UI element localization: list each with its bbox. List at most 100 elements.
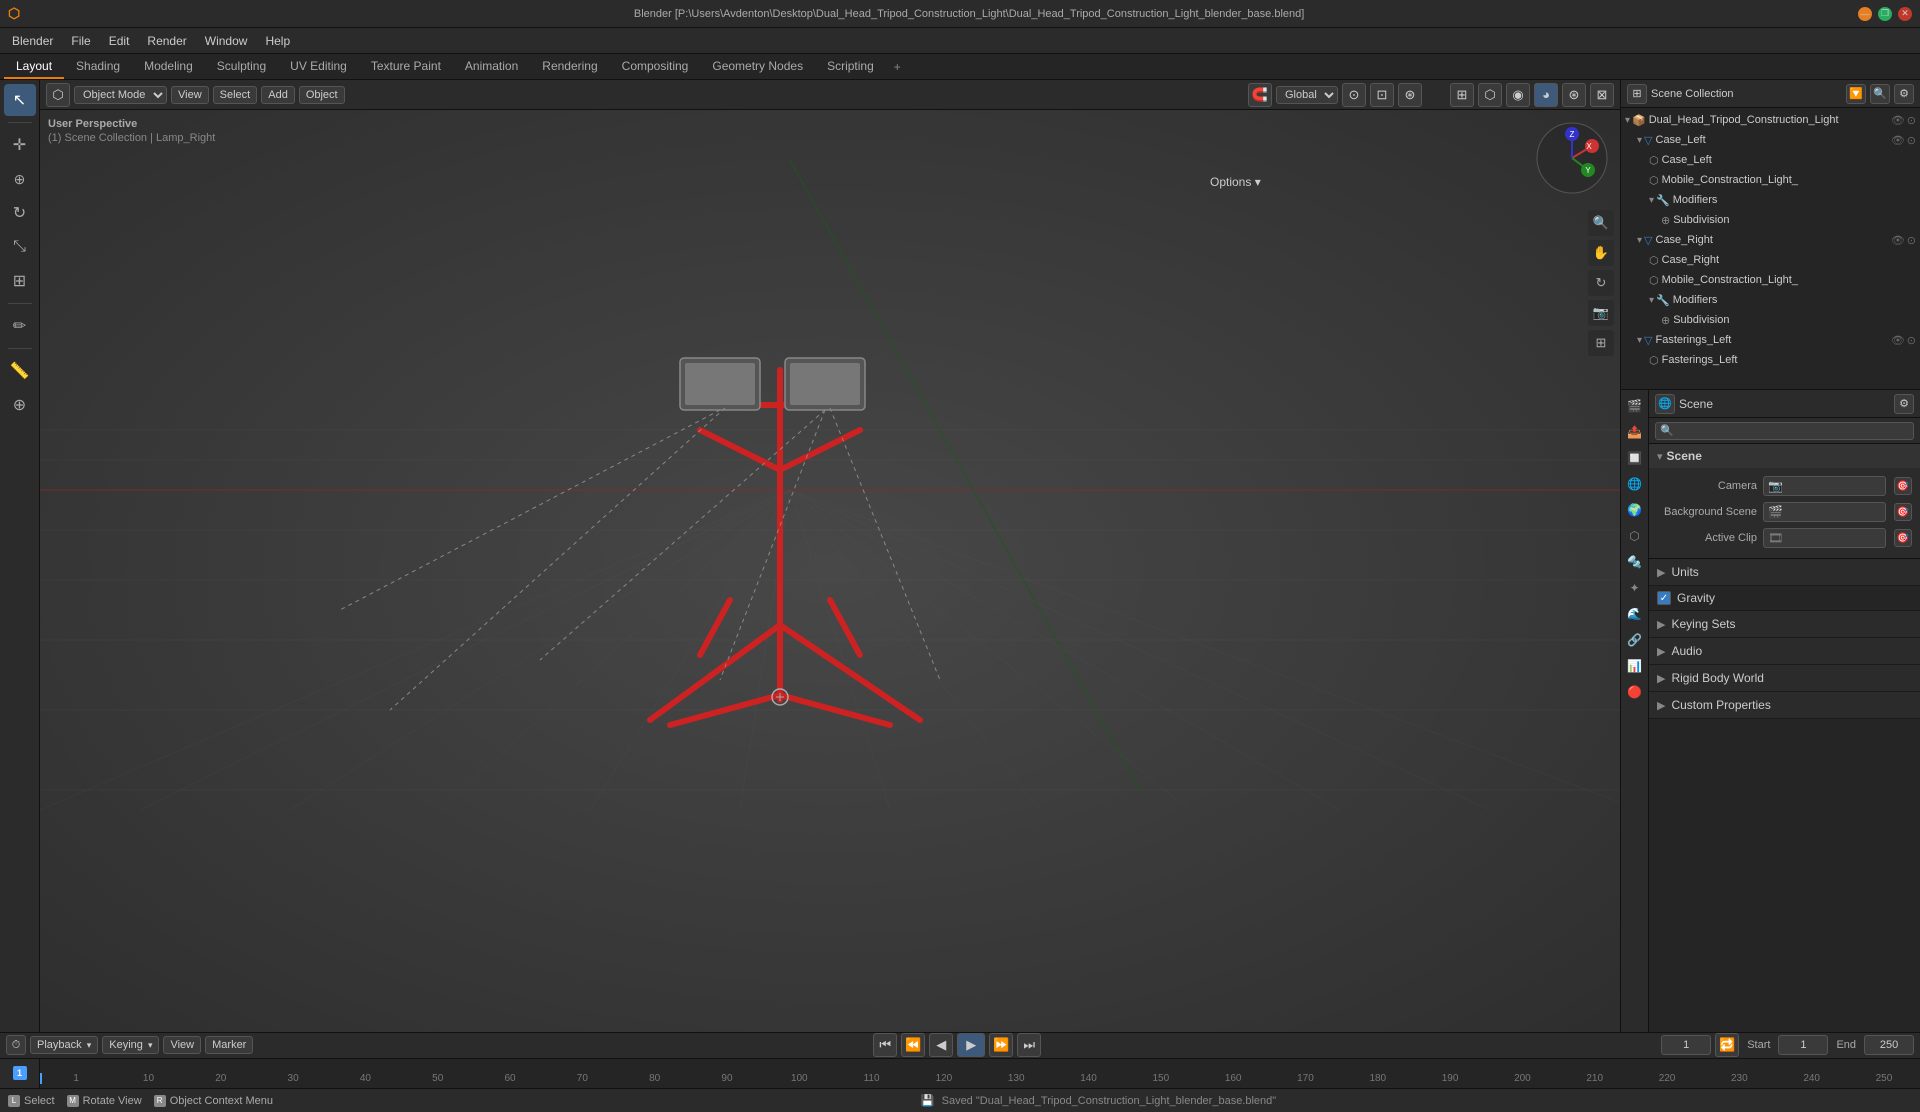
outliner-row-4[interactable]: ▾ 🔧 Modifiers [1621,190,1920,210]
prop-options[interactable]: ⚙ [1894,394,1914,414]
prop-tab-particles[interactable]: ✦ [1623,576,1647,600]
start-frame-field[interactable]: 1 [1778,1035,1828,1055]
tool-annotate[interactable]: ✏ [4,310,36,342]
proportional-edit[interactable]: ⊙ [1342,83,1366,107]
add-workspace-button[interactable]: + [886,54,909,79]
outliner-select-11[interactable]: ⊙ [1907,334,1916,347]
prop-search-input[interactable] [1655,422,1914,440]
viewport-shading-rendered[interactable]: ◕ [1534,83,1558,107]
menu-blender[interactable]: Blender [4,32,61,50]
add-menu[interactable]: Add [261,86,295,104]
grab-icon[interactable]: ✋ [1588,240,1614,266]
prop-tab-render[interactable]: 🎬 [1623,394,1647,418]
camera-prop-field[interactable]: 📷 [1763,476,1886,496]
tab-texture-paint[interactable]: Texture Paint [359,54,453,79]
outliner-row-2[interactable]: ⬡ Case_Left [1621,150,1920,170]
menu-file[interactable]: File [63,32,98,50]
viewport-shading-material[interactable]: ◉ [1506,83,1530,107]
select-menu[interactable]: Select [213,86,258,104]
editor-type-button[interactable]: ⬡ [46,83,70,107]
tool-rotate[interactable]: ↻ [4,197,36,229]
outliner-arrow-11[interactable]: ▾ [1637,335,1642,346]
rigid-body-world-header[interactable]: ▶ Rigid Body World [1649,665,1920,691]
prop-tab-physics[interactable]: 🌊 [1623,602,1647,626]
frame-start-button[interactable]: ⏮ [873,1033,897,1057]
outliner-arrow-9[interactable]: ▾ [1649,295,1654,306]
outliner-eye-1[interactable]: 👁 [1891,134,1905,147]
close-button[interactable]: ✕ [1898,7,1912,21]
outliner-arrow-4[interactable]: ▾ [1649,195,1654,206]
outliner-row-11[interactable]: ▾ ▽ Fasterings_Left 👁 ⊙ [1621,330,1920,350]
minimize-button[interactable]: — [1858,7,1872,21]
snapping[interactable]: ⊛ [1398,83,1422,107]
tool-measure[interactable]: 📏 [4,355,36,387]
outliner-row-12[interactable]: ⬡ Fasterings_Left [1621,350,1920,370]
tab-geometry-nodes[interactable]: Geometry Nodes [700,54,815,79]
outliner-row-5[interactable]: ⊕ Subdivision [1621,210,1920,230]
view-menu-timeline[interactable]: View [163,1036,201,1054]
outliner-row-10[interactable]: ⊕ Subdivision [1621,310,1920,330]
xray-toggle[interactable]: ⊠ [1590,83,1614,107]
rotate-view-icon[interactable]: ↻ [1588,270,1614,296]
outliner-options[interactable]: ⚙ [1894,84,1914,104]
play-button[interactable]: ▶ [957,1033,985,1057]
outliner-search[interactable]: 🔍 [1870,84,1890,104]
maximize-button[interactable]: ❐ [1878,7,1892,21]
tool-cursor[interactable]: ✛ [4,129,36,161]
viewport-area[interactable]: ⬡ Object Mode View Select Add Object 🧲 G… [40,80,1620,1032]
jump-forward-button[interactable]: ⏩ [989,1033,1013,1057]
outliner-filter[interactable]: 🔽 [1846,84,1866,104]
view-menu[interactable]: View [171,86,209,104]
outliner-select-6[interactable]: ⊙ [1907,234,1916,247]
outliner-content[interactable]: ▾ 📦 Dual_Head_Tripod_Construction_Light … [1621,108,1920,389]
outliner-row-1[interactable]: ▾ ▽ Case_Left 👁 ⊙ [1621,130,1920,150]
outliner-row-7[interactable]: ⬡ Case_Right [1621,250,1920,270]
timeline-type-button[interactable]: ⏱ [6,1035,26,1055]
outliner-eye-0[interactable]: 👁 [1891,114,1905,127]
custom-properties-header[interactable]: ▶ Custom Properties [1649,692,1920,718]
keying-menu[interactable]: Keying ▾ [102,1036,159,1054]
tool-add[interactable]: ⊕ [4,389,36,421]
tool-move[interactable]: ⊕ [4,163,36,195]
prop-tab-constraints[interactable]: 🔗 [1623,628,1647,652]
outliner-eye-6[interactable]: 👁 [1891,234,1905,247]
tab-sculpting[interactable]: Sculpting [205,54,278,79]
prop-tab-view-layer[interactable]: 🔲 [1623,446,1647,470]
tab-modeling[interactable]: Modeling [132,54,205,79]
prop-tab-modifiers[interactable]: 🔩 [1623,550,1647,574]
mode-select[interactable]: Object Mode [74,86,167,104]
menu-edit[interactable]: Edit [101,32,138,50]
active-clip-prop-field[interactable]: 🎞 [1763,528,1886,548]
playback-menu[interactable]: Playback ▾ [30,1036,98,1054]
outliner-row-9[interactable]: ▾ 🔧 Modifiers [1621,290,1920,310]
timeline-ruler[interactable]: 1 1 10 20 30 40 50 60 70 80 90 100 [0,1059,1920,1088]
tab-rendering[interactable]: Rendering [530,54,609,79]
scene-section-header[interactable]: ▾ Scene [1649,444,1920,468]
gravity-checkbox[interactable]: ✓ [1657,591,1671,605]
audio-header[interactable]: ▶ Audio [1649,638,1920,664]
outliner-type-button[interactable]: ⊞ [1627,84,1647,104]
bg-scene-prop-field[interactable]: 🎬 [1763,502,1886,522]
current-frame-field[interactable]: 1 [1661,1035,1711,1055]
transform-pivot[interactable]: ⊡ [1370,83,1394,107]
tab-compositing[interactable]: Compositing [610,54,701,79]
menu-help[interactable]: Help [257,32,298,50]
next-keyframe-button[interactable]: ⏭ [1017,1033,1041,1057]
prop-type-icon[interactable]: 🌐 [1655,394,1675,414]
outliner-row-8[interactable]: ⬡ Mobile_Constraction_Light_ [1621,270,1920,290]
prop-tab-data[interactable]: 📊 [1623,654,1647,678]
tab-scripting[interactable]: Scripting [815,54,886,79]
current-frame-marker[interactable]: 1 [13,1066,27,1080]
prop-tab-world[interactable]: 🌍 [1623,498,1647,522]
tool-transform[interactable]: ⊞ [4,265,36,297]
viewport-canvas[interactable]: Options ▾ User Perspective (1) Scene Col… [40,110,1620,1032]
tab-animation[interactable]: Animation [453,54,530,79]
tab-layout[interactable]: Layout [4,54,64,79]
outliner-arrow-6[interactable]: ▾ [1637,235,1642,246]
outliner-arrow-1[interactable]: ▾ [1637,135,1642,146]
camera-pick-button[interactable]: 🎯 [1894,477,1912,495]
camera-icon[interactable]: 📷 [1588,300,1614,326]
outliner-arrow-0[interactable]: ▾ [1625,115,1630,126]
outliner-row-0[interactable]: ▾ 📦 Dual_Head_Tripod_Construction_Light … [1621,110,1920,130]
tab-shading[interactable]: Shading [64,54,132,79]
